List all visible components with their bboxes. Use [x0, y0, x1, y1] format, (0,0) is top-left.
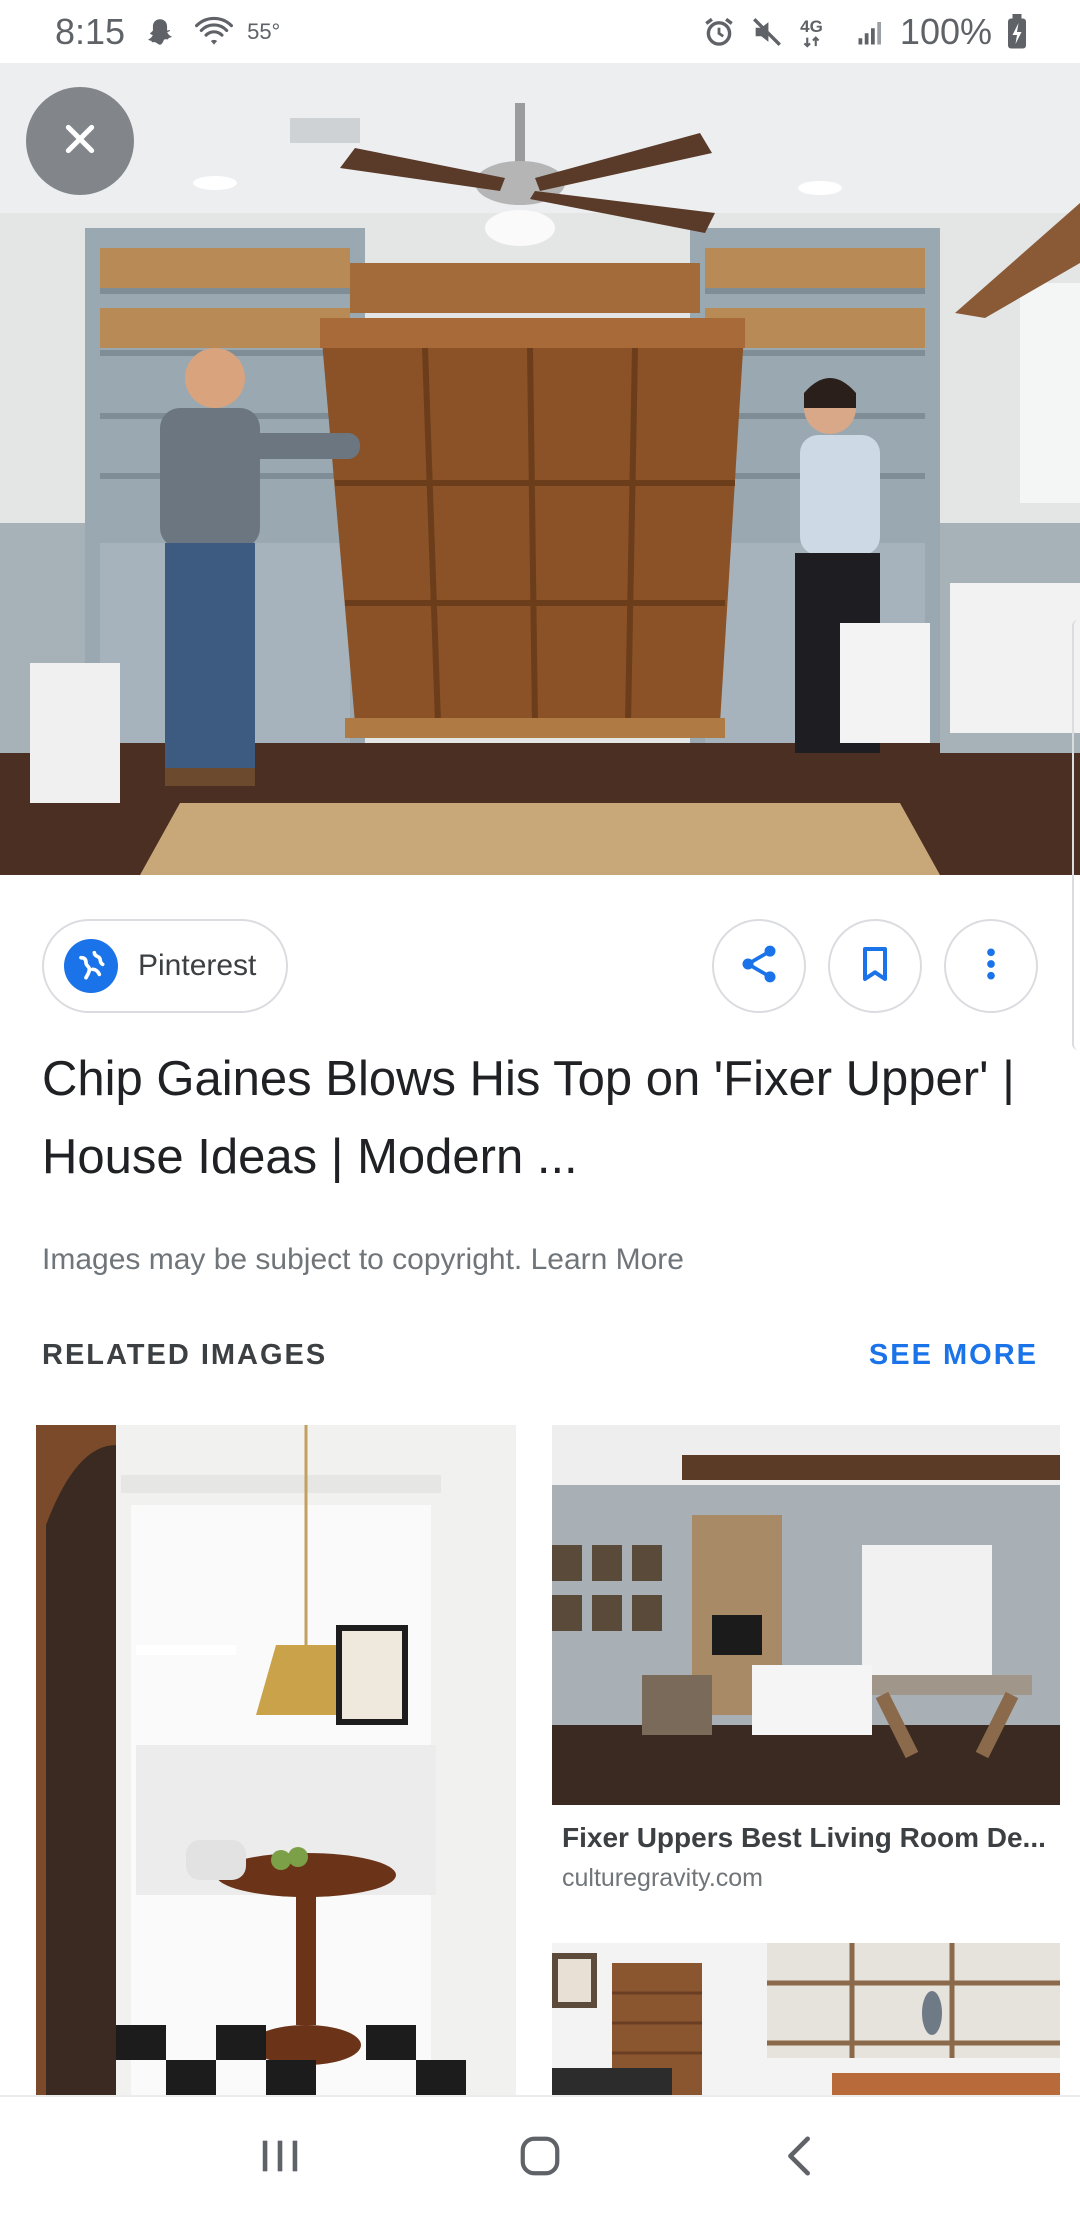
copyright-notice[interactable]: Images may be subject to copyright. Lear…	[42, 1243, 684, 1277]
save-button[interactable]	[828, 919, 922, 1013]
related-image-1[interactable]	[36, 1425, 516, 2095]
status-time: 8:15	[55, 10, 126, 52]
hero-image[interactable]	[0, 63, 1080, 875]
back-icon	[780, 2133, 820, 2184]
share-icon	[737, 942, 781, 991]
recent-apps-icon	[257, 2136, 303, 2181]
related-image-3[interactable]	[552, 1943, 1060, 2095]
related-caption-title: Fixer Uppers Best Living Room De...	[562, 1822, 1046, 1853]
related-images-header: RELATED IMAGES SEE MORE	[42, 1335, 1038, 1375]
snapchat-icon	[143, 15, 177, 49]
system-nav-bar	[0, 2095, 1080, 2220]
close-icon	[60, 119, 100, 164]
network-label: 4G	[800, 17, 823, 36]
related-images-title: RELATED IMAGES	[42, 1338, 328, 1371]
image-viewer-page: 8:15 55° 4G 100% Pinterest Chip Gaines B…	[0, 0, 1080, 2220]
recent-apps-button[interactable]	[235, 2114, 325, 2204]
battery-percentage: 100%	[899, 10, 992, 52]
alarm-icon	[702, 15, 736, 49]
source-row: Pinterest	[42, 919, 1038, 1013]
more-vert-icon	[971, 944, 1011, 989]
source-chip[interactable]: Pinterest	[42, 919, 289, 1013]
side-drawer-handle[interactable]	[1072, 620, 1080, 1050]
wifi-icon	[195, 16, 234, 48]
status-bar: 8:15 55° 4G 100%	[0, 0, 1080, 63]
related-caption-domain: culturegravity.com	[562, 1864, 763, 1892]
share-button[interactable]	[712, 919, 806, 1013]
see-more-link[interactable]: SEE MORE	[869, 1339, 1038, 1372]
network-type-icon: 4G	[798, 15, 842, 49]
mute-icon	[750, 15, 784, 49]
close-button[interactable]	[26, 87, 134, 195]
related-image-2[interactable]	[552, 1425, 1060, 1805]
action-buttons	[712, 919, 1038, 1013]
home-icon	[517, 2133, 563, 2184]
related-caption[interactable]: Fixer Uppers Best Living Room De... cult…	[562, 1822, 1052, 1893]
result-title[interactable]: Chip Gaines Blows His Top on 'Fixer Uppe…	[42, 1040, 1052, 1196]
more-options-button[interactable]	[944, 919, 1038, 1013]
battery-charging-icon	[1006, 13, 1028, 50]
bookmark-icon	[855, 944, 895, 989]
signal-icon	[856, 17, 886, 47]
globe-icon	[64, 939, 118, 993]
status-temperature: 55°	[247, 18, 281, 44]
source-name: Pinterest	[138, 949, 257, 982]
back-button[interactable]	[755, 2114, 845, 2204]
home-button[interactable]	[495, 2114, 585, 2204]
